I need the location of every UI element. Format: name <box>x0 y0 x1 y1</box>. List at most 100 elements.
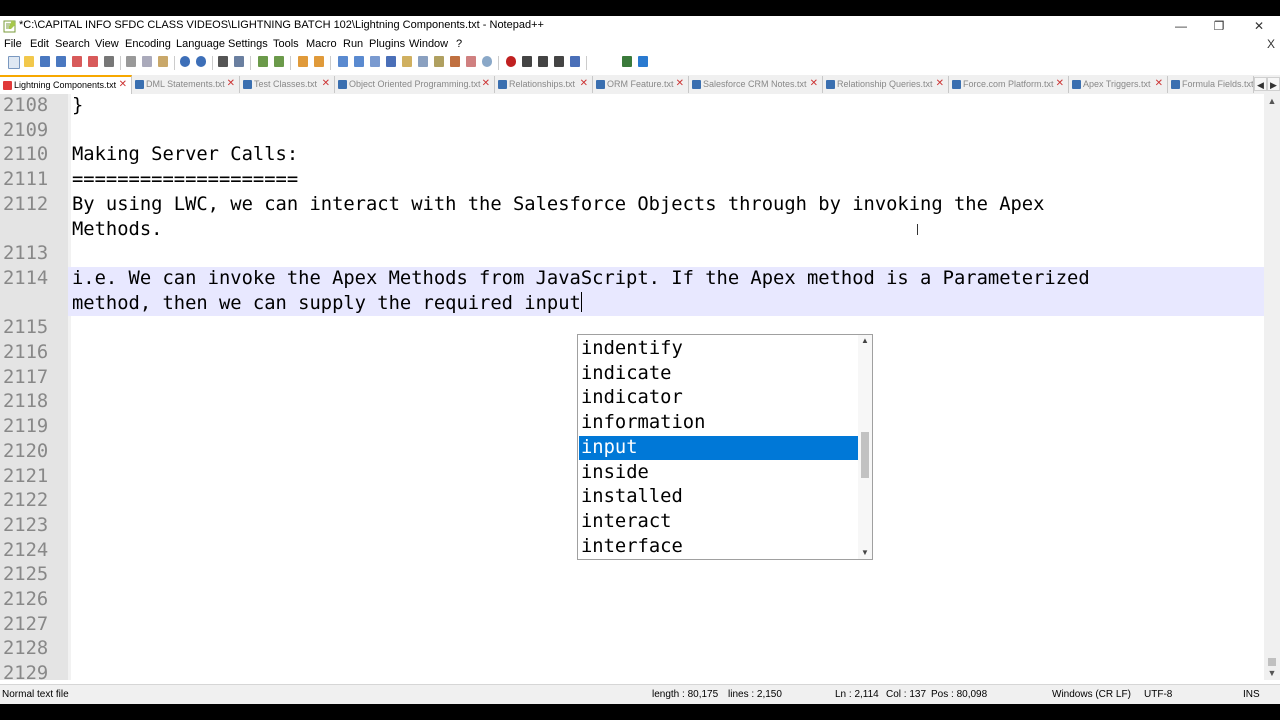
toolbar-separator <box>212 56 213 70</box>
sync-vertical-icon[interactable] <box>298 56 308 67</box>
spell-check-icon[interactable] <box>622 56 632 67</box>
tab-lightning-components[interactable]: Lightning Components.txt ✕ <box>0 75 132 94</box>
mail-icon[interactable] <box>466 56 476 67</box>
close-tab-icon[interactable]: ✕ <box>482 78 490 89</box>
document-map-icon[interactable] <box>402 56 412 67</box>
menu-view[interactable]: View <box>95 38 119 50</box>
scroll-up-icon[interactable]: ▲ <box>1264 94 1280 108</box>
code-line: 2113 <box>0 242 1264 267</box>
maximize-button[interactable]: ❐ <box>1200 16 1238 36</box>
menu-encoding[interactable]: Encoding <box>125 38 171 50</box>
indent-guide-icon[interactable] <box>370 56 380 67</box>
tab-relationship-queries[interactable]: Relationship Queries.txt ✕ <box>823 76 949 93</box>
tab-scroll-right-button[interactable]: ▶ <box>1267 77 1280 91</box>
autocomplete-popup[interactable]: indentify indicate indicator information… <box>577 334 873 560</box>
close-tab-icon[interactable]: ✕ <box>322 78 330 89</box>
play-macro-icon[interactable] <box>538 56 548 67</box>
autocomplete-item-selected[interactable]: input <box>579 435 859 461</box>
close-file-icon[interactable] <box>72 56 82 67</box>
autocomplete-item[interactable]: indentify <box>579 337 859 362</box>
close-tab-icon[interactable]: ✕ <box>1155 78 1163 89</box>
autocomplete-item[interactable]: interface <box>579 535 859 559</box>
menu-file[interactable]: File <box>4 38 22 50</box>
tab-relationships[interactable]: Relationships.txt ✕ <box>495 76 593 93</box>
tab-orm-feature[interactable]: ORM Feature.txt ✕ <box>593 76 689 93</box>
copy-icon[interactable] <box>142 56 152 67</box>
scroll-down-icon[interactable]: ▼ <box>1264 666 1280 680</box>
close-all-icon[interactable] <box>88 56 98 67</box>
open-file-icon[interactable] <box>24 56 34 67</box>
menu-macro[interactable]: Macro <box>306 38 337 50</box>
save-all-icon[interactable] <box>56 56 66 67</box>
tab-salesforce-crm-notes[interactable]: Salesforce CRM Notes.txt ✕ <box>689 76 823 93</box>
minimize-button[interactable]: — <box>1162 16 1200 36</box>
close-button[interactable]: ✕ <box>1240 16 1278 36</box>
sync-horizontal-icon[interactable] <box>314 56 324 67</box>
toolbar-separator <box>498 56 499 70</box>
redo-icon[interactable] <box>196 56 206 67</box>
stop-macro-icon[interactable] <box>522 56 532 67</box>
autocomplete-item[interactable]: information <box>579 411 859 436</box>
autocomplete-item[interactable]: indicator <box>579 386 859 411</box>
scrollbar-thumb[interactable] <box>1268 658 1276 666</box>
autocomplete-scrollbar[interactable]: ▲ ▼ <box>858 335 872 559</box>
paste-icon[interactable] <box>158 56 168 67</box>
vertical-scrollbar[interactable]: ▲ ▼ <box>1264 94 1280 680</box>
close-document-icon[interactable]: X <box>1267 37 1275 51</box>
close-tab-icon[interactable]: ✕ <box>810 78 818 89</box>
run-macro-multiple-icon[interactable] <box>554 56 564 67</box>
menu-window[interactable]: Window <box>409 38 448 50</box>
zoom-out-icon[interactable] <box>274 56 284 67</box>
undo-icon[interactable] <box>180 56 190 67</box>
eye-icon[interactable] <box>482 56 492 67</box>
function-list-icon[interactable] <box>418 56 428 67</box>
tab-object-oriented-programming[interactable]: Object Oriented Programming.txt ✕ <box>335 76 495 93</box>
menu-edit[interactable]: Edit <box>30 38 49 50</box>
tab-scroll-left-button[interactable]: ◀ <box>1254 77 1267 91</box>
monitoring-icon[interactable] <box>450 56 460 67</box>
close-tab-icon[interactable]: ✕ <box>119 79 127 90</box>
status-encoding[interactable]: UTF-8 <box>1144 689 1172 700</box>
find-icon[interactable] <box>218 56 228 67</box>
print-icon[interactable] <box>104 56 114 67</box>
chevron-down-icon[interactable]: ▼ <box>858 547 872 559</box>
menu-plugins[interactable]: Plugins <box>369 38 405 50</box>
close-tab-icon[interactable]: ✕ <box>580 78 588 89</box>
menu-help[interactable]: ? <box>456 38 462 50</box>
show-all-characters-icon[interactable] <box>354 56 364 67</box>
menu-language[interactable]: Language <box>176 38 225 50</box>
save-icon[interactable] <box>40 56 50 67</box>
folder-workspace-icon[interactable] <box>434 56 444 67</box>
autocomplete-item[interactable]: inside <box>579 461 859 486</box>
tab-dml-statements[interactable]: DML Statements.txt ✕ <box>132 76 240 93</box>
menu-run[interactable]: Run <box>343 38 363 50</box>
menu-tools[interactable]: Tools <box>273 38 299 50</box>
autocomplete-item[interactable]: installed <box>579 485 859 510</box>
line-number: 2109 <box>3 119 49 141</box>
save-macro-icon[interactable] <box>570 56 580 67</box>
record-macro-icon[interactable] <box>506 56 516 67</box>
autocomplete-item[interactable]: indicate <box>579 362 859 387</box>
tab-formula-fields[interactable]: Formula Fields.txt <box>1168 76 1254 93</box>
checkmark-icon[interactable] <box>638 56 648 67</box>
close-tab-icon[interactable]: ✕ <box>227 78 235 89</box>
close-tab-icon[interactable]: ✕ <box>1056 78 1064 89</box>
chevron-right-icon: ▶ <box>1270 80 1277 90</box>
status-eol-format[interactable]: Windows (CR LF) <box>1052 689 1131 700</box>
chevron-up-icon[interactable]: ▲ <box>858 335 872 347</box>
menu-search[interactable]: Search <box>55 38 90 50</box>
tab-force-com-platform[interactable]: Force.com Platform.txt ✕ <box>949 76 1069 93</box>
new-file-icon[interactable] <box>8 56 20 69</box>
replace-icon[interactable] <box>234 56 244 67</box>
close-tab-icon[interactable]: ✕ <box>936 78 944 89</box>
tab-test-classes[interactable]: Test Classes.txt ✕ <box>240 76 335 93</box>
autocomplete-item[interactable]: interact <box>579 510 859 535</box>
tab-apex-triggers[interactable]: Apex Triggers.txt ✕ <box>1069 76 1168 93</box>
menu-settings[interactable]: Settings <box>228 38 268 50</box>
autocomplete-scroll-thumb[interactable] <box>861 432 869 478</box>
close-tab-icon[interactable]: ✕ <box>676 78 684 89</box>
cut-icon[interactable] <box>126 56 136 67</box>
user-language-icon[interactable] <box>386 56 396 67</box>
word-wrap-icon[interactable] <box>338 56 348 67</box>
zoom-in-icon[interactable] <box>258 56 268 67</box>
